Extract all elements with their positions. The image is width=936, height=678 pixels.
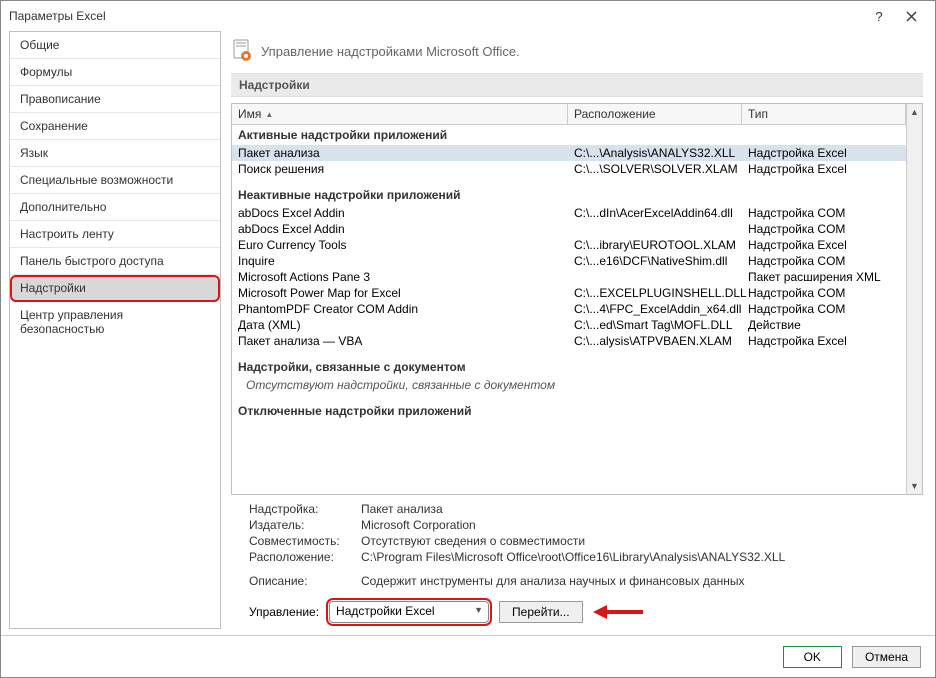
sidebar-item-quick-access[interactable]: Панель быстрого доступа bbox=[10, 248, 220, 275]
detail-value-publisher: Microsoft Corporation bbox=[361, 518, 913, 532]
detail-value-location: C:\Program Files\Microsoft Office\root\O… bbox=[361, 550, 913, 564]
cell-type: Надстройка COM bbox=[748, 206, 900, 220]
sidebar-item-addins[interactable]: Надстройки bbox=[10, 275, 220, 302]
chevron-down-icon: ▼ bbox=[474, 605, 483, 615]
go-button[interactable]: Перейти... bbox=[499, 601, 583, 623]
sidebar-item-trust-center[interactable]: Центр управления безопасностью bbox=[10, 302, 220, 342]
cell-name: Поиск решения bbox=[238, 162, 574, 176]
addin-details: Надстройка:Пакет анализа Издатель:Micros… bbox=[231, 495, 923, 591]
group-header: Неактивные надстройки приложений bbox=[232, 185, 906, 205]
cell-type: Действие bbox=[748, 318, 900, 332]
table-row[interactable]: Euro Currency ToolsC:\...ibrary\EUROTOOL… bbox=[232, 237, 906, 253]
table-row[interactable]: abDocs Excel AddinC:\...dIn\AcerExcelAdd… bbox=[232, 205, 906, 221]
options-sidebar: Общие Формулы Правописание Сохранение Яз… bbox=[9, 31, 221, 629]
cell-name: abDocs Excel Addin bbox=[238, 222, 574, 236]
cell-type: Надстройка Excel bbox=[748, 162, 900, 176]
sidebar-item-advanced[interactable]: Дополнительно bbox=[10, 194, 220, 221]
close-icon bbox=[906, 11, 917, 22]
scroll-down-icon[interactable]: ▼ bbox=[907, 478, 922, 494]
cell-location: C:\...alysis\ATPVBAEN.XLAM bbox=[574, 334, 748, 348]
cell-type: Надстройка Excel bbox=[748, 146, 900, 160]
cell-location: C:\...\SOLVER\SOLVER.XLAM bbox=[574, 162, 748, 176]
cell-name: Пакет анализа bbox=[238, 146, 574, 160]
detail-value-description: Содержит инструменты для анализа научных… bbox=[361, 574, 913, 588]
page-heading: Управление надстройками Microsoft Office… bbox=[261, 44, 520, 59]
sidebar-item-customize-ribbon[interactable]: Настроить ленту bbox=[10, 221, 220, 248]
cell-name: abDocs Excel Addin bbox=[238, 206, 574, 220]
group-header: Отключенные надстройки приложений bbox=[232, 401, 906, 421]
cell-name: Microsoft Actions Pane 3 bbox=[238, 270, 574, 284]
cell-location: C:\...dIn\AcerExcelAddin64.dll bbox=[574, 206, 748, 220]
table-row[interactable]: Дата (XML)C:\...ed\Smart Tag\MOFL.DLLДей… bbox=[232, 317, 906, 333]
detail-label-compat: Совместимость: bbox=[249, 534, 361, 548]
sidebar-item-formulas[interactable]: Формулы bbox=[10, 59, 220, 86]
cancel-button[interactable]: Отмена bbox=[852, 646, 921, 668]
manage-label: Управление: bbox=[249, 605, 319, 619]
detail-label-addin: Надстройка: bbox=[249, 502, 361, 516]
main-panel: Управление надстройками Microsoft Office… bbox=[225, 31, 931, 635]
cell-name: Пакет анализа — VBA bbox=[238, 334, 574, 348]
manage-select[interactable]: Надстройки Excel ▼ bbox=[329, 601, 489, 623]
column-header-location[interactable]: Расположение bbox=[568, 104, 742, 124]
cell-location bbox=[574, 270, 748, 284]
group-header: Активные надстройки приложений bbox=[232, 125, 906, 145]
window-title: Параметры Excel bbox=[9, 9, 863, 23]
cell-type: Надстройка Excel bbox=[748, 238, 900, 252]
scroll-up-icon[interactable]: ▲ bbox=[907, 104, 922, 120]
table-row[interactable]: InquireC:\...e16\DCF\NativeShim.dllНадст… bbox=[232, 253, 906, 269]
cell-name: Euro Currency Tools bbox=[238, 238, 574, 252]
sidebar-item-accessibility[interactable]: Специальные возможности bbox=[10, 167, 220, 194]
sidebar-item-save[interactable]: Сохранение bbox=[10, 113, 220, 140]
cell-name: Inquire bbox=[238, 254, 574, 268]
sidebar-item-language[interactable]: Язык bbox=[10, 140, 220, 167]
cell-type: Надстройка COM bbox=[748, 254, 900, 268]
table-row[interactable]: Пакет анализа — VBAC:\...alysis\ATPVBAEN… bbox=[232, 333, 906, 349]
cell-location: C:\...ibrary\EUROTOOL.XLAM bbox=[574, 238, 748, 252]
table-row[interactable]: Поиск решенияC:\...\SOLVER\SOLVER.XLAMНа… bbox=[232, 161, 906, 177]
annotation-arrow-icon bbox=[593, 604, 643, 620]
cell-name: PhantomPDF Creator COM Addin bbox=[238, 302, 574, 316]
vertical-scrollbar[interactable]: ▲ ▼ bbox=[906, 104, 922, 494]
addins-gear-icon bbox=[231, 39, 253, 63]
table-row[interactable]: PhantomPDF Creator COM AddinC:\...4\FPC_… bbox=[232, 301, 906, 317]
cell-name: Дата (XML) bbox=[238, 318, 574, 332]
table-row[interactable]: abDocs Excel Addin Надстройка COM bbox=[232, 221, 906, 237]
sidebar-item-general[interactable]: Общие bbox=[10, 32, 220, 59]
cell-type: Пакет расширения XML bbox=[748, 270, 900, 284]
ok-button[interactable]: OK bbox=[783, 646, 842, 668]
help-button[interactable]: ? bbox=[863, 5, 895, 27]
detail-value-compat: Отсутствуют сведения о совместимости bbox=[361, 534, 913, 548]
column-header-type[interactable]: Тип bbox=[742, 104, 906, 124]
group-header: Надстройки, связанные с документом bbox=[232, 357, 906, 377]
detail-label-description: Описание: bbox=[249, 574, 361, 588]
titlebar: Параметры Excel ? bbox=[1, 1, 935, 31]
options-dialog: Параметры Excel ? Общие Формулы Правопис… bbox=[0, 0, 936, 678]
table-row[interactable]: Microsoft Actions Pane 3 Пакет расширения… bbox=[232, 269, 906, 285]
close-button[interactable] bbox=[895, 5, 927, 27]
cell-type: Надстройка Excel bbox=[748, 334, 900, 348]
detail-label-location: Расположение: bbox=[249, 550, 361, 564]
column-header-name[interactable]: Имя▲ bbox=[232, 104, 568, 124]
table-row[interactable]: Пакет анализаC:\...\Analysis\ANALYS32.XL… bbox=[232, 145, 906, 161]
cell-location: C:\...\Analysis\ANALYS32.XLL bbox=[574, 146, 748, 160]
detail-value-addin: Пакет анализа bbox=[361, 502, 913, 516]
cell-type: Надстройка COM bbox=[748, 286, 900, 300]
cell-location: C:\...4\FPC_ExcelAddin_x64.dll bbox=[574, 302, 748, 316]
cell-name: Microsoft Power Map for Excel bbox=[238, 286, 574, 300]
table-row[interactable]: Microsoft Power Map for ExcelC:\...EXCEL… bbox=[232, 285, 906, 301]
sidebar-item-proofing[interactable]: Правописание bbox=[10, 86, 220, 113]
cell-location bbox=[574, 222, 748, 236]
manage-select-value: Надстройки Excel bbox=[336, 604, 435, 618]
cell-location: C:\...ed\Smart Tag\MOFL.DLL bbox=[574, 318, 748, 332]
sort-asc-icon: ▲ bbox=[265, 110, 273, 119]
cell-location: C:\...EXCELPLUGINSHELL.DLL bbox=[574, 286, 748, 300]
cell-location: C:\...e16\DCF\NativeShim.dll bbox=[574, 254, 748, 268]
detail-label-publisher: Издатель: bbox=[249, 518, 361, 532]
group-empty-text: Отсутствуют надстройки, связанные с доку… bbox=[232, 377, 906, 393]
dialog-footer: OK Отмена bbox=[1, 635, 935, 677]
addins-table: Имя▲ Расположение Тип Активные надстройк… bbox=[232, 104, 906, 494]
section-title: Надстройки bbox=[231, 73, 923, 97]
cell-type: Надстройка COM bbox=[748, 222, 900, 236]
cell-type: Надстройка COM bbox=[748, 302, 900, 316]
